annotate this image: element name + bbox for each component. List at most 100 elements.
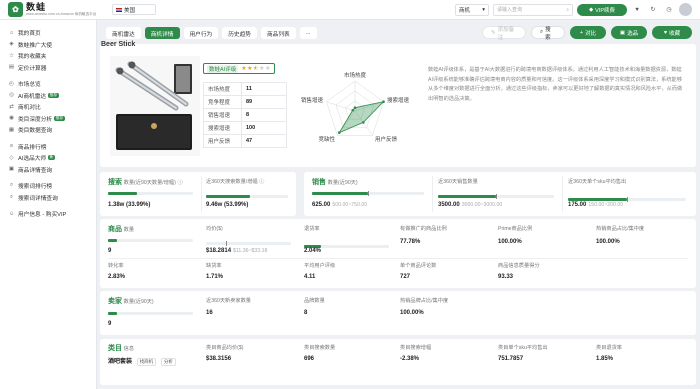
sidebar-item[interactable]: ☺ 用户信息 - 购买VIP [0, 208, 96, 220]
heart-icon[interactable]: ♥ [631, 4, 643, 16]
avatar[interactable] [679, 3, 692, 16]
search-button[interactable]: ⌕ 搜索 [531, 26, 565, 41]
sidebar-item-label: 商品排行榜 [18, 144, 47, 151]
sidebar-item-label: 数蛙推广大使 [18, 42, 53, 49]
logo-name: 数蛙 [26, 1, 47, 12]
sales-bar [312, 191, 424, 196]
sidebar-item-label: 类目数据查询 [18, 128, 53, 135]
out-of-stock-label: 缺货率 [206, 263, 222, 269]
return-label: 退货率 [304, 226, 320, 232]
sidebar-item-label: AI商机雷达 [18, 93, 47, 100]
favorite-button[interactable]: ♥ 收藏 [652, 26, 692, 39]
search-360-label: 近360天搜索数量/增幅 [206, 179, 258, 185]
vip-renew-button[interactable]: ◆ VIP续费 [577, 3, 627, 16]
cat-price-label: 类目商品均价($) [206, 345, 244, 351]
reviews-label: 单个商品评论数 [400, 263, 437, 269]
box-icon: ▣ [619, 29, 626, 36]
tab[interactable]: 用户行为 [183, 27, 219, 39]
sidebar-item[interactable]: ⌕ 搜索词排行榜 [0, 180, 96, 192]
refresh-icon[interactable]: ↻ [647, 4, 659, 16]
sidebar-item-icon: ▤ [8, 64, 15, 71]
search-360-bar [206, 195, 288, 198]
sidebar-item-icon: ☺ [8, 210, 15, 217]
market-select[interactable]: 美国 [112, 4, 156, 15]
category-card: 类目 信息 酒吧套装 找商机 分析 类目商品均价($) $38.3156 类目搜… [100, 339, 696, 385]
quality-value: 93.33 [498, 274, 514, 280]
sidebar-item-label: 商机对比 [18, 105, 41, 112]
cat-price-value: $38.3156 [206, 356, 232, 362]
sidebar-item-label: 市场总览 [18, 82, 41, 89]
radar-label: 竞缺性 [318, 135, 335, 143]
logo[interactable]: ✿ 数蛙 www.amzshu.com.cn Amazon 商机敏选平台 [8, 2, 112, 17]
clock-icon[interactable]: ◷ [663, 4, 675, 16]
brand-count-value: 8 [304, 310, 308, 316]
select-label: 选品 [627, 30, 639, 37]
goods-count: 9 [108, 248, 112, 254]
goods-sub: 数量 [123, 227, 135, 233]
rating-stars: ★★⯪★★ [241, 64, 271, 74]
select-button[interactable]: ▣ 选品 [611, 26, 647, 39]
analyze-chip[interactable]: 分析 [160, 358, 176, 366]
hot-goods-label: 热销商品占比/集中度 [596, 226, 645, 232]
cat-return-value: 1.85% [596, 356, 614, 362]
metric-row: 用户反馈 47 [203, 134, 287, 148]
sidebar-item-label: 类目深度分析 [18, 116, 53, 123]
ad-ratio-value: 77.78% [400, 239, 421, 245]
sidebar-item-label: AI选品大师 [18, 156, 47, 163]
compare-button[interactable]: + 对比 [570, 26, 606, 39]
sidebar-item[interactable]: ◉ 类目深度分析 推荐 [0, 113, 96, 125]
bar-fill [206, 195, 251, 198]
add-note-button[interactable]: ✎ 添加备注 [482, 26, 526, 41]
seller-bar [108, 312, 193, 315]
hot-brand-value: 100.00% [400, 310, 424, 316]
bar-fill [108, 239, 117, 242]
radar-point [361, 121, 365, 124]
sidebar-item[interactable]: ◴ 市场总览 [0, 78, 96, 90]
sidebar-item[interactable]: ⇄ 商机对比 [0, 101, 96, 113]
sidebar-item[interactable]: ☆ 我的收藏夹 [0, 50, 96, 62]
compare-label: 对比 [585, 30, 597, 37]
find-opportunity-chip[interactable]: 找商机 [136, 358, 157, 366]
category-name[interactable]: 酒吧套装 [108, 359, 132, 365]
tab[interactable]: 商机详情 [144, 27, 180, 39]
goods-card: 商品 数量 9 均价($) $18.2814 $11.36~$33.18 退货率 … [100, 219, 696, 288]
new-seller-label: 近360天新卖家数量 [206, 298, 251, 304]
sidebar-item[interactable]: ◎ AI商机雷达 推荐 [0, 90, 96, 102]
search-input[interactable]: 请输入查询 ⌕ [493, 3, 573, 16]
price-value: $18.2814 [206, 248, 232, 254]
sales-360-value: 3500.00 [438, 202, 460, 208]
quality-label: 商品信息质量得分 [498, 263, 540, 269]
sales-sku-bar [568, 197, 686, 202]
metric-label: 市场热度 [203, 82, 242, 96]
tab[interactable]: 商机雷达 [106, 27, 141, 39]
sidebar-item[interactable]: ▣ 商品详情查询 [0, 164, 96, 176]
sidebar-item[interactable]: ◈ 数蛙推广大使 [0, 39, 96, 51]
product-card: 数蛙AI评级 ★★⯪★★ 市场热度 11 竞争程度 89 销售增速 8 搜索增速 100 用户反… [100, 44, 696, 167]
search-type-select[interactable]: 商机 ▾ [455, 3, 489, 16]
plus-icon: + [579, 29, 584, 36]
radar-axis [326, 101, 356, 112]
sidebar-item[interactable]: ≡ 商品排行榜 [0, 141, 96, 153]
sidebar-item[interactable]: ◇ AI选品大师新 [0, 152, 96, 164]
tab-bar: 商机雷达 商机详情 用户行为 历史趋势 商品列表... [106, 26, 321, 40]
sidebar-item-icon: ▣ [8, 166, 15, 173]
metric-label: 竞争程度 [203, 95, 242, 109]
tab[interactable]: 商品列表 [261, 27, 296, 39]
product-image [110, 56, 200, 156]
search-label: 搜索 [545, 26, 551, 41]
sidebar-item-label: 定价计算器 [18, 65, 47, 72]
hot-brand-label: 热销品牌占比/集中度 [400, 298, 449, 304]
cat-sku-value: 751.7857 [498, 356, 524, 362]
rating-description: 数蛙AI评级体系，是基于AI大数据进行的跨境电商数据评级体系。通过利用人工智能技… [428, 67, 683, 102]
radar-point [338, 131, 341, 134]
ai-rating-tag: 数蛙AI评级 ★★⯪★★ [203, 63, 275, 74]
sidebar-item[interactable]: ▦ 类目数据查询 [0, 124, 96, 136]
sidebar-item[interactable]: ▤ 定价计算器 [0, 62, 96, 74]
sales-360-label: 近360天销售数量 [438, 179, 478, 185]
tab[interactable]: ... [299, 27, 317, 39]
sidebar-item[interactable]: ⌂ 我的首页 [0, 27, 96, 39]
sidebar-item[interactable]: ⌕ 搜索词详情查询 [0, 192, 96, 204]
sidebar-item-icon: ⌕ [9, 182, 14, 189]
sales-range: 500.00~750.00 [332, 202, 368, 208]
tab[interactable]: 历史趋势 [222, 27, 257, 39]
